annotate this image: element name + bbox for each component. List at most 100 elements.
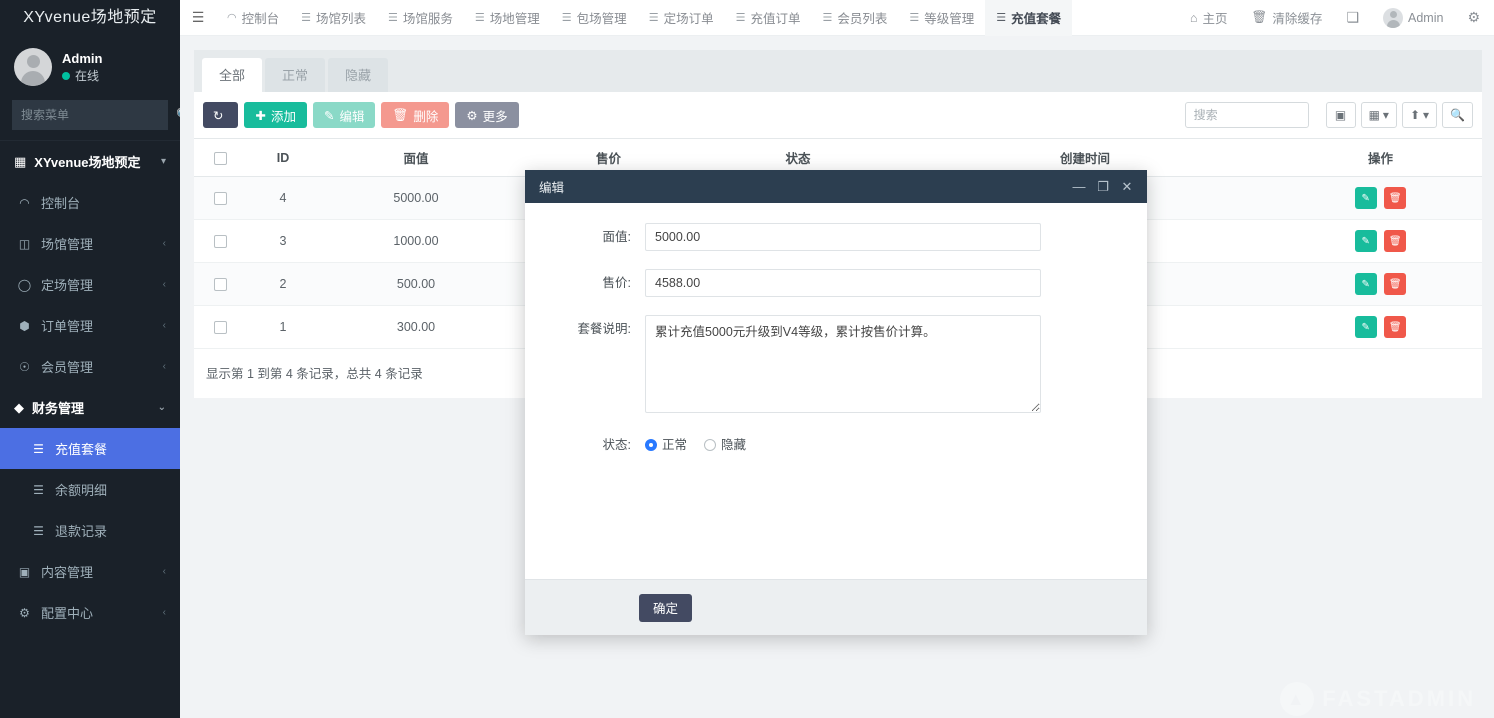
tab-label: 充值套餐 (1011, 12, 1062, 26)
add-button[interactable]: ✚ 添加 (244, 102, 307, 128)
row-delete-button[interactable]: 🗑 (1384, 316, 1407, 338)
cell-actions: ✎ 🗑 (1279, 305, 1482, 349)
sidebar-item-finance[interactable]: ◆ 财务管理 ⌄ (0, 387, 180, 428)
facevalue-label: 面值: (602, 230, 631, 244)
chevron-down-icon: ▾ (160, 156, 166, 167)
sidebar-item-booking[interactable]: ◯ 定场管理 ‹ (0, 264, 180, 305)
sidebar-item-content[interactable]: ▣ 内容管理 ‹ (0, 551, 180, 592)
sidebar-search[interactable]: 🔍 (12, 100, 180, 130)
row-checkbox[interactable] (213, 278, 227, 292)
sidebar-item-balance-detail[interactable]: ☰ 余额明细 (0, 469, 180, 510)
sidebar-item-members[interactable]: ☉ 会员管理 ‹ (0, 346, 180, 387)
delete-button[interactable]: 🗑 删除 (381, 102, 450, 128)
delete-icon: 🗑 (1388, 278, 1402, 290)
sidebar-item-dashboard[interactable]: ◠ 控制台 (0, 182, 180, 223)
search-icon: 🔍 (1450, 108, 1465, 122)
brand-title: XYvenue场地预定 (0, 0, 180, 36)
tab-label: 充值订单 (750, 12, 801, 26)
tab-label: 定场订单 (663, 12, 714, 26)
sidebar-menu-head-label: XYvenue场地预定 (34, 155, 141, 170)
columns-toggle-icon-button[interactable]: ▣ (1325, 102, 1356, 128)
tab-dashboard[interactable]: ◠ 控制台 (216, 0, 290, 36)
confirm-button[interactable]: 确定 (639, 593, 693, 622)
row-delete-button[interactable]: 🗑 (1384, 187, 1407, 209)
table-toolbar: ↻ ✚ 添加 ✎ 编辑 🗑 删除 ⚙ 更多 ▣ (194, 92, 1482, 138)
edit-button[interactable]: ✎ 编辑 (312, 102, 376, 128)
modal-header[interactable]: 编辑 — ❐ ✕ (525, 170, 1147, 203)
sidebar-item-recharge-package[interactable]: ☰ 充值套餐 (0, 428, 180, 469)
sidebar-menu-head[interactable]: ▦ XYvenue场地预定 ▾ (0, 140, 180, 182)
row-checkbox-cell (194, 176, 246, 220)
filter-tab-normal[interactable]: 正常 (265, 58, 326, 92)
export-icon: ⬆ (1409, 108, 1421, 122)
diamond-icon: ◆ (14, 399, 24, 415)
clear-cache-button[interactable]: 🗑 清除缓存 (1240, 0, 1335, 36)
sidebar-item-venue[interactable]: ◫ 场馆管理 ‹ (0, 223, 180, 264)
row-checkbox[interactable] (213, 192, 227, 206)
tab-member-list[interactable]: ☰ 会员列表 (811, 0, 898, 36)
fullscreen-button[interactable]: ❑ (1334, 0, 1371, 36)
settings-button[interactable]: ⚙ (1455, 0, 1484, 36)
radio-off-icon (704, 439, 717, 451)
sidebar-item-label: 定场管理 (41, 278, 94, 293)
tab-label: 场馆服务 (402, 12, 453, 26)
filter-tab-hidden[interactable]: 隐藏 (328, 58, 389, 92)
search-input[interactable] (1184, 102, 1309, 128)
row-checkbox-cell (194, 262, 246, 306)
sidebar-item-orders[interactable]: ⬢ 订单管理 ‹ (0, 305, 180, 346)
row-checkbox[interactable] (213, 235, 227, 249)
row-delete-button[interactable]: 🗑 (1384, 273, 1407, 295)
status-option-label: 隐藏 (721, 438, 747, 452)
tab-package-manage[interactable]: ☰ 包场管理 (551, 0, 638, 36)
status-radio-normal[interactable]: 正常 (645, 431, 687, 459)
refresh-button[interactable]: ↻ (203, 102, 239, 128)
sidebar-item-config[interactable]: ⚙ 配置中心 ‹ (0, 592, 180, 633)
minimize-icon[interactable]: — (1069, 176, 1089, 198)
home-button[interactable]: ⌂ 主页 (1178, 0, 1240, 36)
tab-field-manage[interactable]: ☰ 场地管理 (464, 0, 551, 36)
top-navbar: ☰ ◠ 控制台 ☰ 场馆列表 ☰ 场馆服务 ☰ 场地管理 ☰ 包场管理 ☰ 定场… (180, 0, 1494, 36)
status-radio-hidden[interactable]: 隐藏 (704, 431, 746, 459)
cell-id: 2 (246, 262, 320, 306)
delete-label: 删除 (413, 109, 439, 124)
list-icon: ☰ (474, 12, 485, 24)
tab-venue-list[interactable]: ☰ 场馆列表 (290, 0, 377, 36)
maximize-icon[interactable]: ❐ (1093, 176, 1113, 198)
user-name: Admin (62, 50, 103, 66)
more-button[interactable]: ⚙ 更多 (455, 102, 519, 128)
fullscreen-icon: ❑ (1346, 9, 1359, 25)
plus-icon: ✚ (255, 108, 266, 123)
select-all-checkbox[interactable] (213, 151, 227, 165)
price-input[interactable] (645, 269, 1041, 297)
row-edit-button[interactable]: ✎ (1354, 273, 1377, 295)
tab-recharge-order[interactable]: ☰ 充值订单 (725, 0, 812, 36)
tab-recharge-package[interactable]: ☰ 充值套餐 (985, 0, 1073, 36)
row-edit-button[interactable]: ✎ (1354, 230, 1377, 252)
user-menu-button[interactable]: Admin (1371, 0, 1455, 36)
clock-icon: ◯ (17, 277, 32, 292)
description-textarea[interactable]: 累计充值5000元升级到V4等级，累计按售价计算。 (645, 315, 1041, 413)
cell-actions: ✎ 🗑 (1279, 176, 1482, 220)
tab-venue-service[interactable]: ☰ 场馆服务 (377, 0, 464, 36)
sidebar-item-refund-record[interactable]: ☰ 退款记录 (0, 510, 180, 551)
tab-level-manage[interactable]: ☰ 等级管理 (898, 0, 985, 36)
search-menu-input[interactable] (21, 108, 176, 122)
search-submit-button[interactable]: 🔍 (1442, 102, 1473, 128)
export-dropdown-button[interactable]: ⬆ ▾ (1401, 102, 1438, 128)
facevalue-input[interactable] (645, 223, 1041, 251)
grid-icon: ▦ (1368, 108, 1380, 122)
row-delete-button[interactable]: 🗑 (1384, 230, 1407, 252)
watermark-logo-icon: ▲ (1280, 682, 1315, 716)
chevron-left-icon: ‹ (162, 238, 166, 249)
row-edit-button[interactable]: ✎ (1354, 187, 1377, 209)
close-icon[interactable]: ✕ (1117, 176, 1137, 198)
th-id[interactable]: ID (246, 138, 320, 177)
sidebar-toggle-button[interactable]: ☰ (180, 0, 216, 36)
row-checkbox[interactable] (213, 321, 227, 335)
trash-icon: 🗑 (1251, 10, 1268, 24)
row-edit-button[interactable]: ✎ (1354, 316, 1377, 338)
grid-dropdown-button[interactable]: ▦ ▾ (1360, 102, 1397, 128)
th-facevalue[interactable]: 面值 (320, 138, 512, 177)
tab-booking-order[interactable]: ☰ 定场订单 (638, 0, 725, 36)
filter-tab-all[interactable]: 全部 (202, 58, 263, 92)
